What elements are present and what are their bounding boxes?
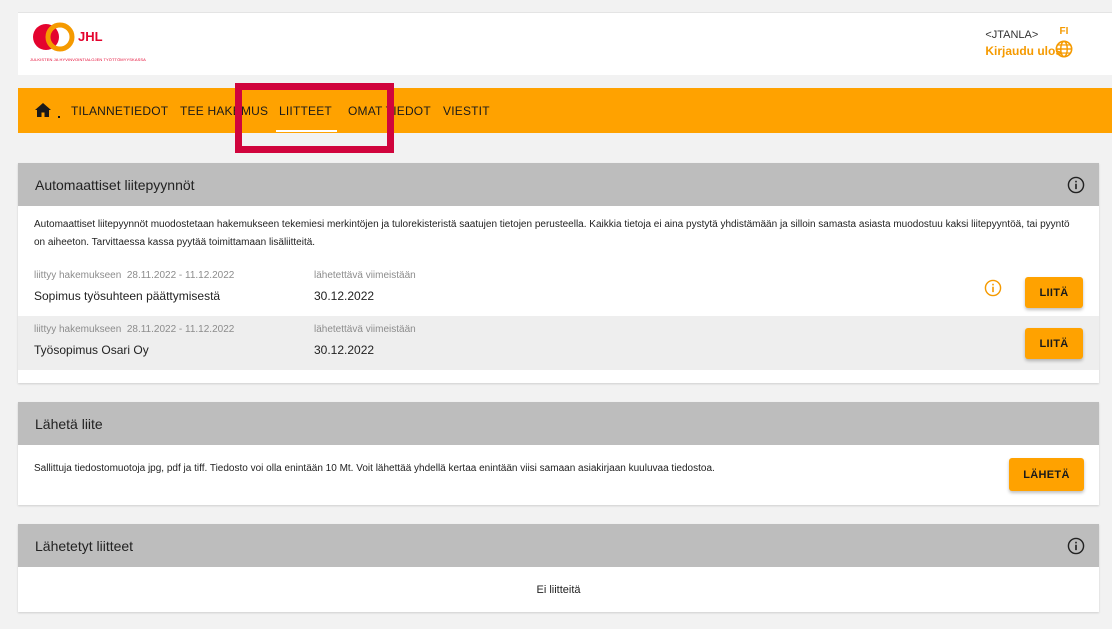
sent-attachments-card: Lähetetyt liitteet Ei liitteitä bbox=[18, 524, 1099, 612]
due-date: 30.12.2022 bbox=[314, 343, 375, 357]
globe-icon[interactable] bbox=[1055, 40, 1073, 58]
send-button[interactable]: LÄHETÄ bbox=[1009, 458, 1084, 491]
attach-button[interactable]: LIITÄ bbox=[1025, 277, 1083, 308]
auto-requests-title: Automaattiset liitepyynnöt bbox=[35, 177, 195, 193]
language-switcher[interactable]: FI bbox=[1052, 26, 1076, 58]
send-attachment-card: Lähetä liite Sallittuja tiedostomuotoja … bbox=[18, 402, 1099, 505]
nav-active-indicator bbox=[276, 130, 337, 132]
sent-attachments-body: Ei liitteitä bbox=[18, 567, 1099, 612]
empty-state-text: Ei liitteitä bbox=[536, 584, 581, 596]
nav-tilannetiedot[interactable]: TILANNETIEDOT bbox=[71, 104, 168, 118]
logo-tagline: JULKISTEN JA HYVINVOINTIALOJEN TYÖTTÖMYY… bbox=[30, 57, 146, 62]
info-icon[interactable] bbox=[1067, 537, 1085, 555]
sent-attachments-title: Lähetetyt liitteet bbox=[35, 538, 134, 554]
nav-liitteet[interactable]: LIITTEET bbox=[279, 104, 332, 118]
language-code[interactable]: FI bbox=[1052, 26, 1076, 37]
logo-text: JHL bbox=[78, 29, 103, 44]
send-attachment-title: Lähetä liite bbox=[35, 416, 103, 432]
logo-mark: JHL bbox=[33, 22, 103, 52]
sent-attachments-header: Lähetetyt liitteet bbox=[18, 524, 1099, 567]
related-label: liittyy hakemukseen bbox=[34, 270, 122, 281]
request-name: Työsopimus Osari Oy bbox=[34, 343, 149, 357]
request-meta: liittyy hakemukseen 28.11.2022 - 11.12.2… bbox=[34, 324, 234, 335]
send-attachment-body: Sallittuja tiedostomuotoja jpg, pdf ja t… bbox=[18, 445, 1099, 505]
auto-requests-description: Automaattiset liitepyynnöt muodostetaan … bbox=[34, 219, 1070, 248]
nav-separator bbox=[58, 116, 60, 118]
main-nav: TILANNETIEDOT TEE HAKEMUS LIITTEET OMAT … bbox=[18, 88, 1112, 133]
username: <JTANLA> bbox=[985, 29, 1039, 41]
warning-info-icon[interactable] bbox=[984, 279, 1002, 297]
attach-button[interactable]: LIITÄ bbox=[1025, 328, 1083, 359]
user-block: <JTANLA> Kirjaudu ulos bbox=[985, 29, 1062, 58]
send-attachment-header: Lähetä liite bbox=[18, 402, 1099, 445]
due-date: 30.12.2022 bbox=[314, 289, 375, 303]
home-icon[interactable] bbox=[34, 102, 52, 118]
nav-viestit[interactable]: VIESTIT bbox=[443, 104, 490, 118]
nav-tee-hakemus[interactable]: TEE HAKEMUS bbox=[180, 104, 268, 118]
auto-requests-header: Automaattiset liitepyynnöt bbox=[18, 163, 1099, 206]
info-icon[interactable] bbox=[1067, 176, 1085, 194]
due-label: lähetettävä viimeistään bbox=[314, 324, 416, 335]
request-row: liittyy hakemukseen 28.11.2022 - 11.12.2… bbox=[18, 262, 1099, 316]
top-bar: JHL JULKISTEN JA HYVINVOINTIALOJEN TYÖTT… bbox=[18, 12, 1112, 75]
period: 28.11.2022 - 11.12.2022 bbox=[126, 270, 235, 281]
period: 28.11.2022 - 11.12.2022 bbox=[126, 324, 235, 335]
request-meta: liittyy hakemukseen 28.11.2022 - 11.12.2… bbox=[34, 270, 234, 281]
nav-omat-tiedot[interactable]: OMAT TIEDOT bbox=[348, 104, 431, 118]
due-label: lähetettävä viimeistään bbox=[314, 270, 416, 281]
logout-link[interactable]: Kirjaudu ulos bbox=[985, 44, 1062, 58]
request-row: liittyy hakemukseen 28.11.2022 - 11.12.2… bbox=[18, 316, 1099, 370]
send-attachment-description: Sallittuja tiedostomuotoja jpg, pdf ja t… bbox=[34, 463, 715, 474]
request-name: Sopimus työsuhteen päättymisestä bbox=[34, 289, 221, 303]
jhl-logo[interactable]: JHL JULKISTEN JA HYVINVOINTIALOJEN TYÖTT… bbox=[30, 19, 150, 69]
auto-requests-card: Automaattiset liitepyynnöt Automaattiset… bbox=[18, 163, 1099, 383]
related-label: liittyy hakemukseen bbox=[34, 324, 122, 335]
